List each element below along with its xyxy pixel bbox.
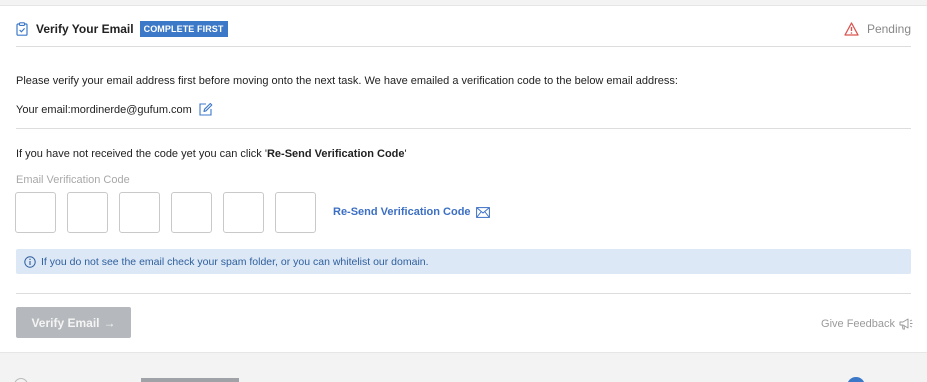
code-digit-input[interactable]: [15, 192, 56, 233]
code-digit-input[interactable]: [119, 192, 160, 233]
email-label: Your email:: [16, 103, 71, 116]
code-digit-input[interactable]: [275, 192, 316, 233]
mail-icon: [475, 206, 490, 218]
divider: [16, 293, 911, 294]
give-feedback-link[interactable]: Give Feedback: [821, 317, 913, 331]
divider: [16, 46, 911, 47]
status-text: Pending: [866, 22, 911, 36]
task-badge: [141, 378, 239, 382]
code-digit-input[interactable]: [223, 192, 264, 233]
email-value: mordinerde@gufum.com: [70, 103, 192, 116]
code-label: Email Verification Code: [16, 174, 130, 186]
info-alert: If you do not see the email check your s…: [16, 249, 911, 274]
status-indicator: Pending: [844, 22, 911, 36]
clipboard-check-icon: [16, 22, 28, 36]
complete-first-badge: COMPLETE FIRST: [139, 21, 228, 37]
resend-note-suffix: ': [404, 148, 407, 160]
code-input-group: [15, 192, 327, 233]
next-task-row: [0, 366, 927, 382]
warning-triangle-icon: [844, 22, 859, 36]
divider: [16, 128, 911, 129]
task-title: Verify Your Email: [36, 22, 134, 36]
resend-note: If you have not received the code yet yo…: [16, 148, 407, 160]
intro-text: Please verify your email address first b…: [16, 75, 678, 87]
verify-email-label: Verify Email: [31, 315, 100, 330]
email-line: Your email: mordinerde@gufum.com: [16, 102, 213, 117]
task-status-dot: [847, 377, 865, 382]
code-digit-input[interactable]: [171, 192, 212, 233]
resend-note-link-name: Re-Send Verification Code: [266, 148, 405, 160]
edit-icon[interactable]: [198, 102, 213, 117]
verify-email-card: Verify Your Email COMPLETE FIRST Pending…: [0, 5, 927, 353]
resend-note-prefix: If you have not received the code yet yo…: [16, 148, 267, 160]
info-circle-icon: [24, 255, 36, 268]
resend-code-label: Re-Send Verification Code: [333, 206, 471, 218]
task-header: Verify Your Email COMPLETE FIRST Pending: [16, 19, 911, 39]
megaphone-icon: [898, 317, 913, 331]
code-digit-input[interactable]: [67, 192, 108, 233]
resend-code-link[interactable]: Re-Send Verification Code: [333, 206, 490, 218]
verify-email-button[interactable]: Verify Email →: [16, 307, 131, 338]
arrow-right-icon: →: [103, 315, 116, 330]
give-feedback-label: Give Feedback: [821, 318, 895, 330]
info-message: If you do not see the email check your s…: [41, 255, 429, 268]
task-status-circle: [14, 378, 28, 382]
